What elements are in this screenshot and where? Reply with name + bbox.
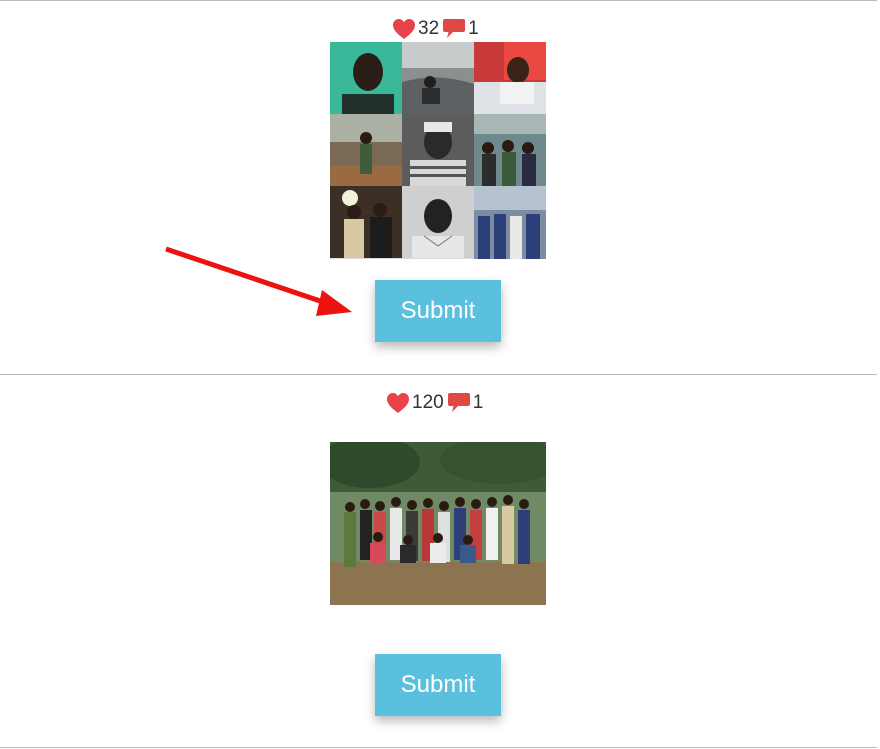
- comment-bubble-icon[interactable]: [442, 18, 466, 40]
- comment-count: 1: [472, 392, 484, 413]
- post-card-1: 32 1 Submit: [0, 0, 877, 374]
- comment-count: 1: [468, 18, 479, 39]
- post-image-group-photo[interactable]: [330, 442, 546, 605]
- red-arrow-icon: [165, 246, 352, 316]
- heart-icon[interactable]: [392, 18, 416, 40]
- collage-tile: [402, 42, 474, 114]
- post-image-collage[interactable]: [330, 42, 546, 259]
- collage-tile: [474, 42, 546, 114]
- post-stats: 120 1: [386, 391, 486, 415]
- collage-tile: [474, 186, 546, 259]
- submit-button[interactable]: Submit: [375, 654, 501, 716]
- comment-bubble-icon[interactable]: [447, 392, 471, 414]
- collage-tile: [402, 114, 474, 186]
- collage-tile: [402, 186, 474, 259]
- submit-button[interactable]: Submit: [375, 280, 501, 342]
- post-card-2: 120 1 Submit: [0, 375, 877, 747]
- post-stats: 32 1: [392, 17, 482, 41]
- heart-icon[interactable]: [386, 392, 410, 414]
- collage-tile: [330, 114, 402, 186]
- like-count: 32: [418, 18, 440, 39]
- collage-tile: [330, 42, 402, 114]
- like-count: 120: [412, 392, 444, 413]
- collage-tile: [474, 114, 546, 186]
- divider-bottom: [0, 747, 877, 748]
